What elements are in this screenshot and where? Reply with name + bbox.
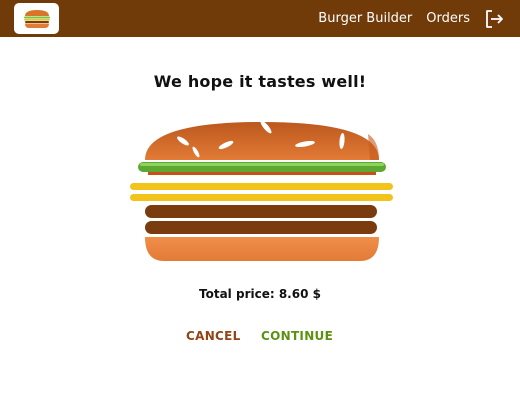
continue-button[interactable]: CONTINUE	[261, 329, 333, 343]
bread-top	[145, 120, 379, 160]
cheese-layer	[130, 194, 393, 201]
page-title: We hope it tastes well!	[153, 72, 367, 91]
burger-logo-icon	[23, 9, 50, 28]
checkout-summary: We hope it tastes well! Total price: 8.6…	[0, 37, 520, 400]
salad-layer	[138, 162, 386, 175]
logout-icon[interactable]	[484, 9, 504, 29]
meat-layer	[145, 221, 377, 234]
logo[interactable]	[14, 3, 59, 34]
main-nav: Burger Builder Orders	[304, 0, 504, 37]
meat-layer	[145, 205, 377, 218]
cheese-layer	[130, 183, 393, 190]
nav-burger-builder[interactable]: Burger Builder	[318, 11, 412, 26]
toolbar: Burger Builder Orders	[0, 0, 520, 37]
total-price: Total price: 8.60 $	[199, 287, 321, 301]
bread-bottom	[145, 237, 379, 261]
cancel-button[interactable]: CANCEL	[186, 329, 241, 343]
nav-orders[interactable]: Orders	[426, 11, 470, 26]
burger-preview	[130, 120, 393, 261]
